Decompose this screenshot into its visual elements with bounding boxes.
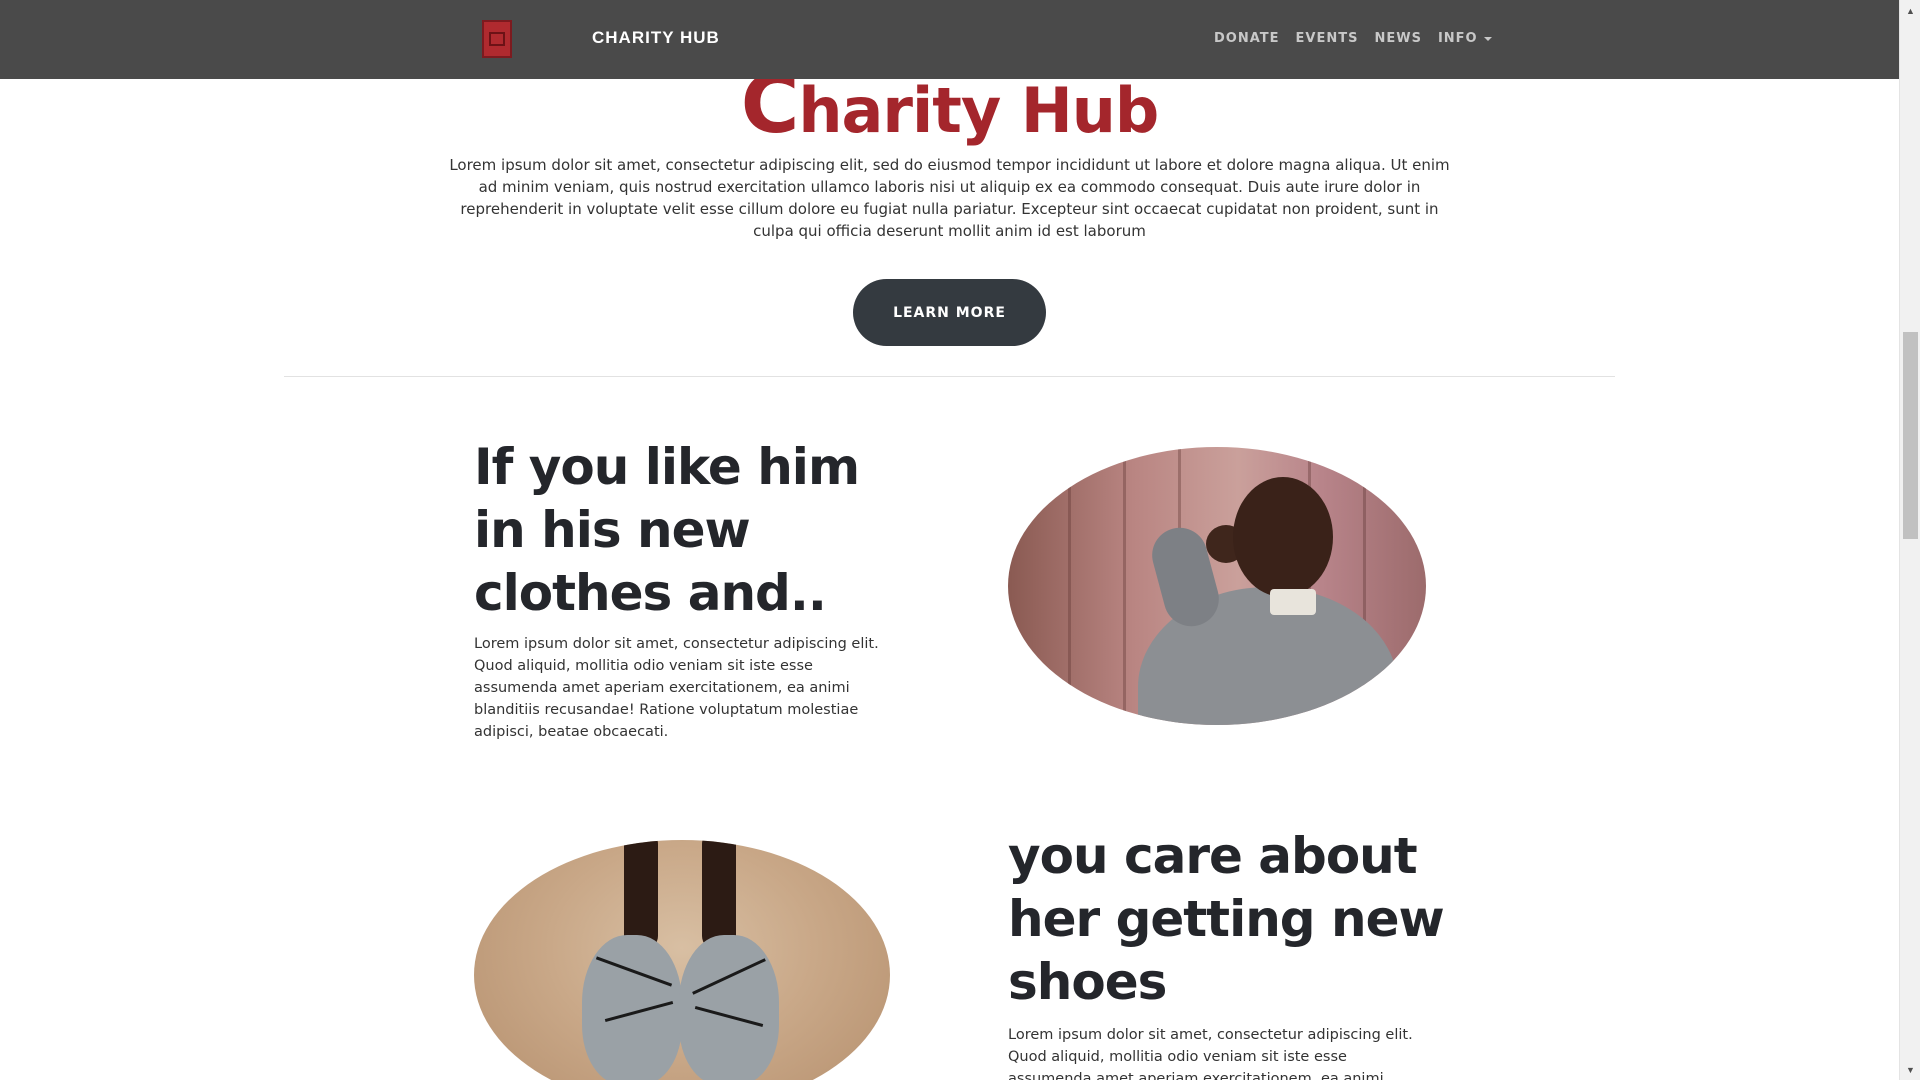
page-scrollbar[interactable]: ▲ ▼ [1899, 0, 1920, 1080]
shoes-photo [474, 840, 890, 1080]
charity-logo-icon[interactable] [482, 20, 512, 58]
section-divider [284, 376, 1615, 377]
nav-links: DONATE EVENTS NEWS INFO [1214, 31, 1492, 46]
nav-news[interactable]: NEWS [1374, 31, 1421, 46]
brand-name[interactable]: CHARITY HUB [592, 28, 720, 48]
nav-info-label: INFO [1437, 31, 1478, 46]
nav-donate[interactable]: DONATE [1214, 31, 1280, 46]
nav-info-dropdown[interactable]: INFO [1438, 31, 1492, 46]
scroll-up-icon[interactable]: ▲ [1900, 0, 1920, 21]
scroll-down-icon[interactable]: ▼ [1900, 1059, 1920, 1080]
scrollbar-thumb[interactable] [1903, 332, 1918, 539]
caret-down-icon [1483, 36, 1492, 41]
section-2-heading: you care about her getting new shoes [1008, 827, 1445, 1011]
navbar: CHARITY HUB DONATE EVENTS NEWS INFO [0, 0, 1899, 79]
boy-photo [1008, 447, 1426, 725]
hero-title-rest: harity Hub [798, 74, 1159, 147]
section-1-text: Lorem ipsum dolor sit amet, consectetur … [474, 636, 879, 740]
learn-more-button[interactable]: LEARN MORE [853, 279, 1046, 346]
section-2-text: Lorem ipsum dolor sit amet, consectetur … [1008, 1027, 1413, 1080]
section-1-heading: If you like him in his new clothes and.. [474, 438, 860, 622]
nav-events[interactable]: EVENTS [1296, 31, 1359, 46]
hero-title: Charity Hub [0, 65, 1899, 148]
hero-description: Lorem ipsum dolor sit amet, consectetur … [449, 156, 1450, 240]
